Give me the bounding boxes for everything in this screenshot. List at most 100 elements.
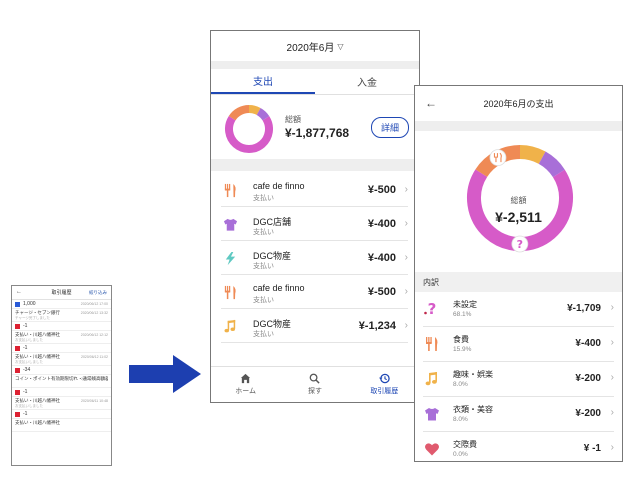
mini-amount: -1 xyxy=(23,345,28,351)
segment-clothing xyxy=(538,151,565,178)
detail-title: 2020年6月の支出 xyxy=(483,99,554,109)
transaction-type: 支払い xyxy=(253,331,274,338)
category-row[interactable]: 趣味・娯楽 8.0% ¥-200 › xyxy=(423,362,614,397)
bottom-nav: ホーム 探す 取引履歴 xyxy=(211,366,419,402)
mini-history-row[interactable]: 支払い・川越八幡神社 お支払いしました 2020/06/12 11:02 xyxy=(12,353,111,366)
category-name: 食費 xyxy=(453,335,469,344)
search-icon xyxy=(310,373,321,384)
category-name: 衣類・美容 xyxy=(453,405,493,414)
category-percent: 8.0% xyxy=(453,381,468,388)
mini-filter-link[interactable]: 絞り込み xyxy=(89,290,107,296)
mini-title: 取引履歴 xyxy=(51,290,72,296)
transaction-amount: ¥-400 xyxy=(367,218,396,230)
nav-history-label: 取引履歴 xyxy=(370,388,399,395)
question-icon: ? xyxy=(424,300,440,318)
category-list: ? 未設定 68.1% ¥-1,709 › 食費 15.9% ¥-400 › 趣… xyxy=(415,292,622,461)
chevron-right-icon: › xyxy=(404,252,408,263)
category-name: 未設定 xyxy=(453,300,477,309)
mini-history-row[interactable]: 支払い・川越八幡神社 xyxy=(12,419,111,432)
transaction-type: 支払い xyxy=(253,229,274,236)
segment-clothing xyxy=(256,107,270,121)
mini-amount-row[interactable]: -1 xyxy=(12,410,111,419)
nav-search-label: 探す xyxy=(307,388,322,395)
divider-band xyxy=(415,121,622,131)
category-row[interactable]: 衣類・美容 8.0% ¥-200 › xyxy=(423,397,614,432)
category-row[interactable]: 交際費 0.0% ¥ -1 › xyxy=(423,432,614,461)
expense-detail-screen: ← 2020年6月の支出 ? 総額 ¥-2,511 内訳 ? 未設定 68.1%… xyxy=(414,85,623,462)
nav-home[interactable]: ホーム xyxy=(211,367,280,402)
category-amount: ¥-200 xyxy=(575,373,601,384)
month-label: 2020年6月 xyxy=(286,42,335,54)
category-name: 趣味・娯楽 xyxy=(453,370,493,379)
transaction-name: cafe de finno xyxy=(253,181,305,191)
mini-amount: -1 xyxy=(23,323,28,329)
tab-bar: 支出 入金 xyxy=(211,69,419,95)
tab-income[interactable]: 入金 xyxy=(315,69,419,94)
mini-date: 2020/06/11 10:48 xyxy=(81,399,108,403)
mini-history-row[interactable]: コイン・ポイント有効期限切れ・通常残高額差分 2020/06/11 12:00 xyxy=(12,375,111,388)
fork-knife-icon xyxy=(223,183,238,198)
summary-donut-chart xyxy=(225,105,273,153)
chevron-right-icon: › xyxy=(404,184,408,195)
nav-history[interactable]: 取引履歴 xyxy=(350,367,419,402)
svg-text:?: ? xyxy=(517,238,523,251)
total-value: ¥-2,511 xyxy=(495,209,542,225)
mini-history-row[interactable]: 支払い・川越八幡神社 お支払いしました 2020/06/12 12:12 xyxy=(12,331,111,344)
mini-history-row[interactable]: 支払い・川越八幡神社 お支払いしました 2020/06/11 10:48 xyxy=(12,397,111,410)
mini-type-icon xyxy=(15,323,20,329)
transaction-row[interactable]: cafe de finno 支払い ¥-500 › xyxy=(221,275,408,309)
mini-history-row[interactable]: チャージ・セブン銀行 チャージ完了しました 2020/06/12 13:32 xyxy=(12,309,111,322)
mini-amount: 1,000 xyxy=(23,301,36,307)
fork-knife-icon xyxy=(223,285,238,300)
back-arrow-icon[interactable]: ← xyxy=(16,289,22,295)
month-selector[interactable]: 2020年6月 ▽ xyxy=(211,31,419,61)
heart-icon xyxy=(424,441,440,457)
breakdown-header: 内訳 xyxy=(415,272,622,292)
transaction-amount: ¥-500 xyxy=(367,184,396,196)
chevron-right-icon: › xyxy=(610,442,614,453)
back-arrow-icon[interactable]: ← xyxy=(425,96,437,110)
mini-row-list: 1,000 2020/06/12 17:00 チャージ・セブン銀行 チャージ完了し… xyxy=(12,300,111,432)
mini-row-sub: チャージ完了しました xyxy=(15,316,50,320)
transactions-screen: 2020年6月 ▽ 支出 入金 総額 ¥-1,877,768 詳細 cafe d… xyxy=(210,30,420,403)
mini-date: 2020/06/11 12:00 xyxy=(81,377,108,381)
category-row[interactable]: ? 未設定 68.1% ¥-1,709 › xyxy=(423,292,614,327)
donut-area: ? 総額 ¥-2,511 xyxy=(415,131,622,272)
transaction-row[interactable]: cafe de finno 支払い ¥-500 › xyxy=(221,173,408,207)
chevron-right-icon: › xyxy=(610,337,614,348)
transaction-row[interactable]: DGC物産 支払い ¥-1,234 › xyxy=(221,309,408,343)
category-amount: ¥-200 xyxy=(575,408,601,419)
chevron-right-icon: › xyxy=(404,320,408,331)
home-icon xyxy=(241,373,251,384)
nav-search[interactable]: 探す xyxy=(280,367,349,402)
mini-amount-row[interactable]: -1 xyxy=(12,388,111,397)
summary-label: 総額 xyxy=(285,115,301,124)
detail-header: ← 2020年6月の支出 xyxy=(415,86,622,121)
category-percent: 8.0% xyxy=(453,416,468,423)
tshirt-icon xyxy=(424,406,440,422)
transaction-row[interactable]: DGC物産 支払い ¥-400 › xyxy=(221,241,408,275)
mini-amount-row[interactable]: -1 xyxy=(12,322,111,331)
mini-amount: -34 xyxy=(23,367,31,373)
segment-unset xyxy=(225,116,273,153)
transaction-row[interactable]: DGC店舗 支払い ¥-400 › xyxy=(221,207,408,241)
expense-summary: 総額 ¥-1,877,768 詳細 xyxy=(211,95,419,159)
mini-type-icon xyxy=(15,411,20,417)
category-amount: ¥-400 xyxy=(575,338,601,349)
transaction-type: 支払い xyxy=(253,297,274,304)
mini-amount-row[interactable]: -34 xyxy=(12,366,111,375)
segment-food xyxy=(228,105,250,121)
category-row[interactable]: 食費 15.9% ¥-400 › xyxy=(423,327,614,362)
mini-amount-row[interactable]: 1,000 2020/06/12 17:00 xyxy=(12,300,111,309)
transaction-list: cafe de finno 支払い ¥-500 › DGC店舗 支払い ¥-40… xyxy=(211,171,419,343)
nav-home-label: ホーム xyxy=(235,388,257,395)
tab-expense[interactable]: 支出 xyxy=(211,69,315,94)
mini-amount-row[interactable]: -1 xyxy=(12,344,111,353)
badge-fork-knife-icon xyxy=(489,149,507,167)
detail-button[interactable]: 詳細 xyxy=(371,117,409,138)
chevron-right-icon: › xyxy=(610,407,614,418)
tshirt-icon xyxy=(223,217,238,232)
fork-knife-icon xyxy=(424,336,440,352)
mini-date: 2020/06/12 17:00 xyxy=(80,302,108,306)
mini-row-sub: お支払いしました xyxy=(15,338,43,342)
